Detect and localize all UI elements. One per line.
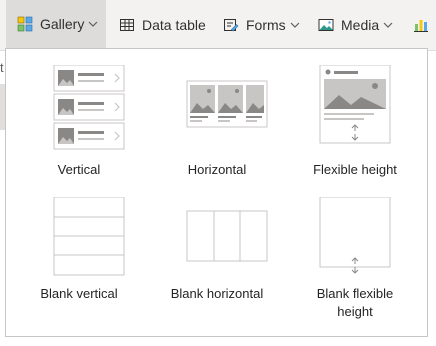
media-label: Media — [341, 17, 380, 33]
forms-label: Forms — [246, 17, 286, 33]
gallery-option-label: Flexible height — [313, 162, 397, 177]
charts-menu-button[interactable] — [412, 0, 436, 50]
forms-icon — [222, 16, 240, 34]
data-table-button[interactable]: Data table — [118, 0, 206, 50]
gallery-icon — [16, 15, 34, 33]
media-menu-button[interactable]: Media — [317, 0, 393, 50]
gallery-option-vertical[interactable]: Vertical — [9, 65, 149, 179]
gallery-option-horizontal[interactable]: Horizontal — [147, 65, 287, 179]
blank-horizontal-gallery-thumbnail — [157, 197, 277, 287]
gallery-option-blank-flexible-height[interactable]: Blank flexible height — [285, 197, 425, 321]
vertical-gallery-thumbnail — [19, 65, 139, 155]
gallery-dropdown-panel: Vertical Horizontal Flexible height Blan… — [5, 48, 428, 337]
chevron-down-icon — [290, 20, 300, 30]
gallery-option-blank-horizontal[interactable]: Blank horizontal — [147, 197, 287, 303]
chart-icon — [412, 16, 430, 34]
insert-toolbar: Gallery Data table Forms Media — [0, 0, 436, 51]
media-icon — [317, 16, 335, 34]
chevron-down-icon — [383, 20, 393, 30]
gallery-menu-label: Gallery — [40, 16, 85, 32]
gallery-option-label: Blank vertical — [40, 286, 118, 301]
horizontal-gallery-thumbnail — [157, 65, 277, 155]
gallery-option-label: Vertical — [57, 162, 101, 177]
gallery-option-label: Horizontal — [187, 162, 247, 177]
flexible-height-gallery-thumbnail — [295, 65, 415, 155]
blank-vertical-gallery-thumbnail — [19, 197, 139, 287]
forms-menu-button[interactable]: Forms — [222, 0, 300, 50]
gallery-option-label: Blank horizontal — [170, 286, 264, 301]
blank-flexible-height-gallery-thumbnail — [295, 197, 415, 287]
gallery-option-blank-vertical[interactable]: Blank vertical — [9, 197, 149, 303]
gallery-option-flexible-height[interactable]: Flexible height — [285, 65, 425, 179]
chevron-down-icon — [88, 19, 98, 29]
data-table-icon — [118, 16, 136, 34]
data-table-label: Data table — [142, 17, 206, 33]
gallery-menu-button[interactable]: Gallery — [6, 0, 106, 50]
gallery-option-label: Blank flexible height — [316, 286, 394, 319]
